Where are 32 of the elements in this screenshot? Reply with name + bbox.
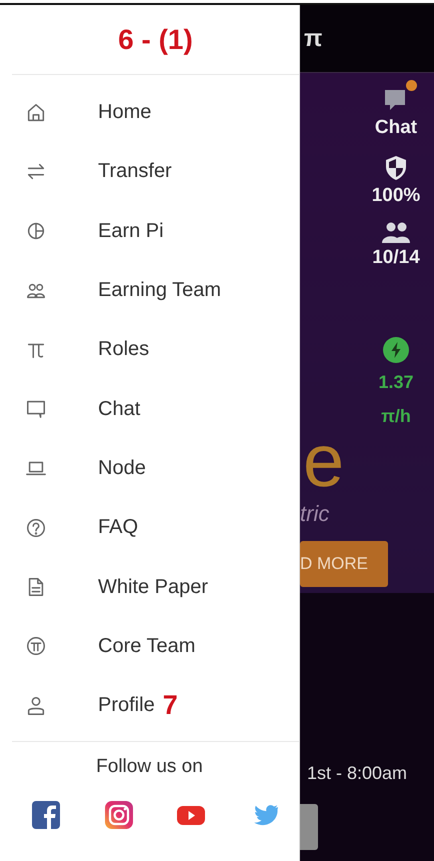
hero-subtitle: tric	[300, 501, 330, 527]
follow-label: Follow us on	[95, 755, 204, 778]
menu-item[interactable]: Earn Pi	[0, 202, 299, 261]
menu-item[interactable]: Core Team	[0, 616, 299, 676]
instagram-icon[interactable]	[104, 800, 134, 830]
people-icon[interactable]	[380, 221, 412, 245]
help-icon	[25, 516, 47, 539]
annotation-label: 7	[162, 690, 178, 722]
stat-label: 100%	[372, 184, 420, 208]
hero-title: e	[303, 421, 344, 501]
stat-label: 10/14	[372, 246, 420, 270]
speech-bubble-icon	[25, 398, 47, 420]
menu-item[interactable]: White Paper	[0, 557, 299, 617]
person-icon	[25, 694, 47, 717]
home-icon	[25, 102, 47, 124]
annotation-label: 6 - (1)	[118, 24, 193, 56]
menu-item[interactable]: Chat	[0, 379, 299, 439]
pi-symbol: π	[304, 24, 322, 52]
menu-item[interactable]: Roles	[0, 320, 299, 380]
lightning-icon[interactable]	[380, 335, 411, 365]
coin-icon	[25, 635, 47, 658]
date-text: 1st - 8:00am	[306, 762, 408, 784]
menu-item[interactable]: Node	[0, 438, 299, 498]
stat-label: π/h	[381, 405, 411, 428]
stat-label: Chat	[374, 116, 418, 140]
stat-label: 1.37	[378, 371, 414, 394]
menu-item[interactable]: Earning Team	[0, 260, 299, 320]
menu-item[interactable]: Transfer	[0, 142, 299, 202]
menu-item[interactable]: Home	[0, 83, 299, 142]
menu-item[interactable]: Profile 7	[0, 676, 299, 736]
menu-item[interactable]: FAQ	[0, 498, 299, 558]
facebook-icon[interactable]	[31, 800, 61, 830]
